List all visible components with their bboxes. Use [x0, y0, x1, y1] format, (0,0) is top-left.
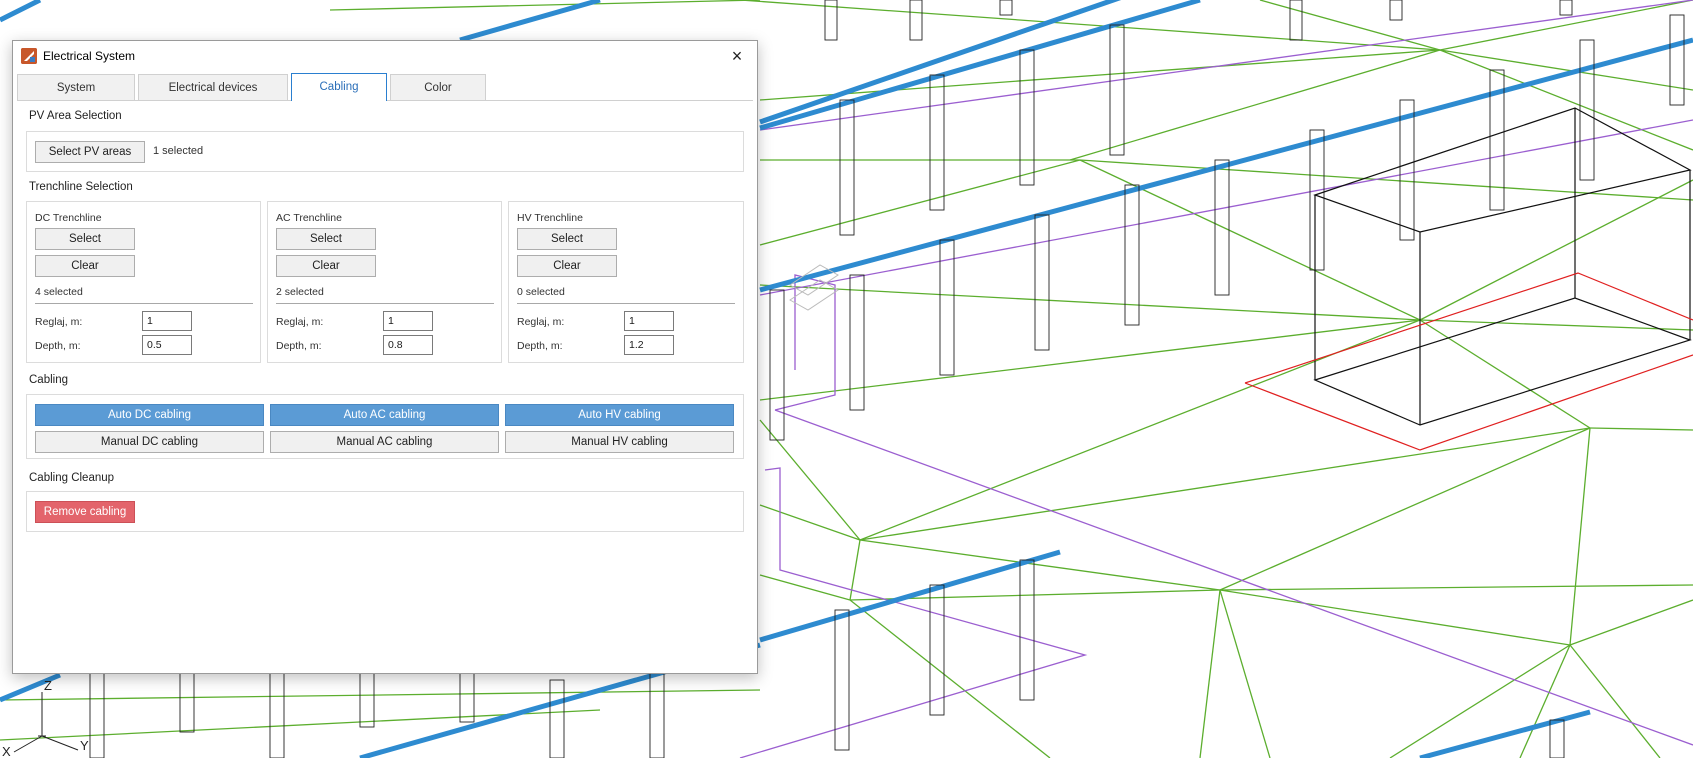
manual-hv-cabling-button[interactable]: Manual HV cabling — [505, 431, 734, 453]
ac-trenchline-title: AC Trenchline — [276, 212, 342, 224]
axis-y-label: Y — [80, 738, 89, 753]
hv-depth-input[interactable]: 1.2 — [624, 335, 674, 355]
hv-trenchline-title: HV Trenchline — [517, 212, 583, 224]
pv-area-section-title: PV Area Selection — [29, 110, 122, 122]
auto-hv-cabling-button[interactable]: Auto HV cabling — [505, 404, 734, 426]
dc-clear-button[interactable]: Clear — [35, 255, 135, 277]
dc-depth-label: Depth, m: — [35, 340, 81, 352]
cleanup-group: Remove cabling — [26, 491, 744, 532]
cleanup-section-title: Cabling Cleanup — [29, 472, 115, 484]
ac-select-button[interactable]: Select — [276, 228, 376, 250]
pv-area-group: Select PV areas 1 selected — [26, 131, 744, 172]
dc-select-button[interactable]: Select — [35, 228, 135, 250]
hv-select-button[interactable]: Select — [517, 228, 617, 250]
dialog-titlebar[interactable]: Electrical System × — [13, 41, 757, 71]
dialog-title: Electrical System — [43, 49, 136, 63]
cabling-section-title: Cabling — [29, 374, 68, 386]
select-pv-areas-button[interactable]: Select PV areas — [35, 141, 145, 163]
ac-reglaj-label: Reglaj, m: — [276, 316, 324, 328]
hv-reglaj-label: Reglaj, m: — [517, 316, 565, 328]
ac-reglaj-input[interactable]: 1 — [383, 311, 433, 331]
tab-cabling[interactable]: Cabling — [291, 73, 387, 101]
tab-system[interactable]: System — [17, 74, 135, 100]
axis-z-label: Z — [44, 678, 52, 693]
hv-status: 0 selected — [517, 286, 565, 298]
remove-cabling-button[interactable]: Remove cabling — [35, 501, 135, 523]
ac-clear-button[interactable]: Clear — [276, 255, 376, 277]
tab-electrical-devices[interactable]: Electrical devices — [138, 74, 288, 100]
auto-dc-cabling-button[interactable]: Auto DC cabling — [35, 404, 264, 426]
hv-separator — [517, 303, 735, 304]
pv-area-status: 1 selected — [153, 145, 204, 157]
electrical-system-dialog: Electrical System × System Electrical de… — [12, 40, 758, 674]
ac-depth-input[interactable]: 0.8 — [383, 335, 433, 355]
dc-reglaj-label: Reglaj, m: — [35, 316, 83, 328]
manual-dc-cabling-button[interactable]: Manual DC cabling — [35, 431, 264, 453]
axis-indicator: Z X Y — [2, 678, 89, 758]
ac-status: 2 selected — [276, 286, 324, 298]
hv-trenchline-group: HV Trenchline Select Clear 0 selected Re… — [508, 201, 744, 363]
manual-ac-cabling-button[interactable]: Manual AC cabling — [270, 431, 499, 453]
ac-separator — [276, 303, 494, 304]
app-logo-icon — [21, 48, 37, 64]
tab-color[interactable]: Color — [390, 74, 486, 100]
trenchline-section-title: Trenchline Selection — [29, 181, 133, 193]
dc-reglaj-input[interactable]: 1 — [142, 311, 192, 331]
hv-reglaj-input[interactable]: 1 — [624, 311, 674, 331]
ac-trenchline-group: AC Trenchline Select Clear 2 selected Re… — [267, 201, 502, 363]
dc-trenchline-title: DC Trenchline — [35, 212, 102, 224]
dc-separator — [35, 303, 253, 304]
hv-depth-label: Depth, m: — [517, 340, 563, 352]
cabling-tab-content: PV Area Selection Select PV areas 1 sele… — [13, 102, 757, 672]
dc-status: 4 selected — [35, 286, 83, 298]
axis-x-label: X — [2, 744, 11, 758]
dc-trenchline-group: DC Trenchline Select Clear 4 selected Re… — [26, 201, 261, 363]
cabling-group: Auto DC cabling Auto AC cabling Auto HV … — [26, 394, 744, 459]
close-icon[interactable]: × — [723, 43, 751, 69]
tab-bar: System Electrical devices Cabling Color — [17, 73, 753, 101]
dc-depth-input[interactable]: 0.5 — [142, 335, 192, 355]
hv-clear-button[interactable]: Clear — [517, 255, 617, 277]
auto-ac-cabling-button[interactable]: Auto AC cabling — [270, 404, 499, 426]
ac-depth-label: Depth, m: — [276, 340, 322, 352]
